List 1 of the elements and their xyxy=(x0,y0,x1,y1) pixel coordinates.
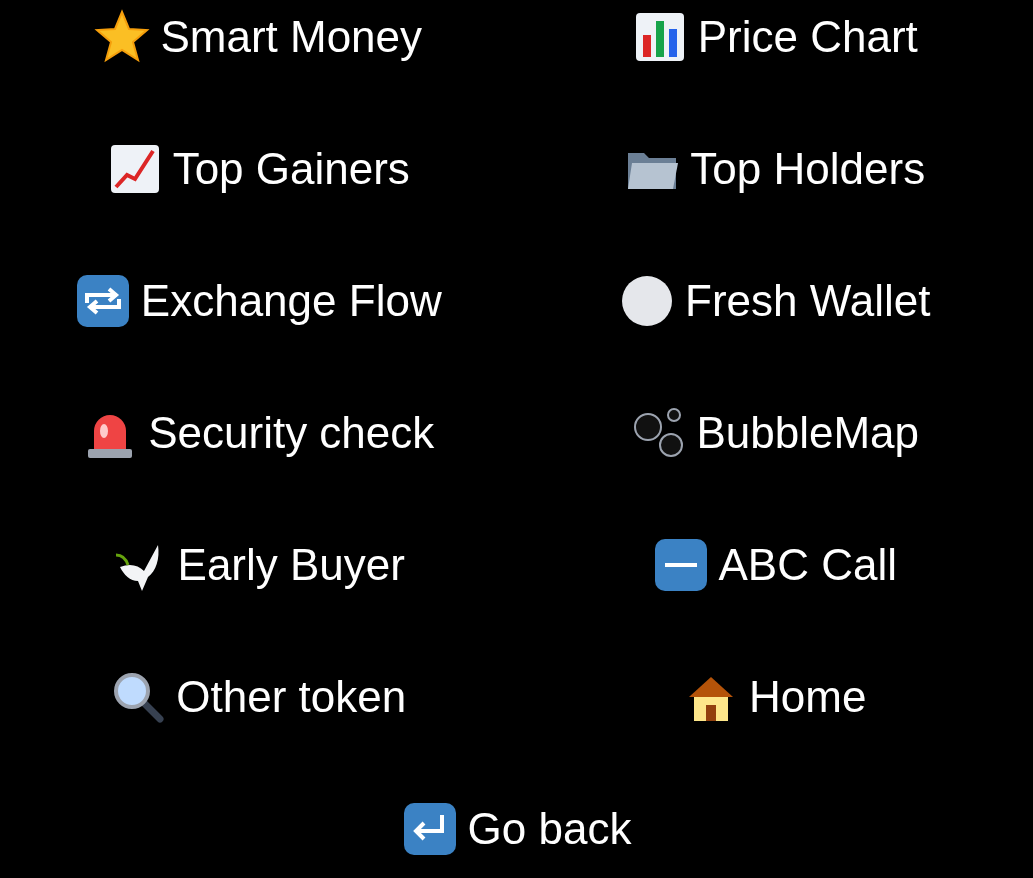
repeat-arrows-icon xyxy=(74,273,131,329)
